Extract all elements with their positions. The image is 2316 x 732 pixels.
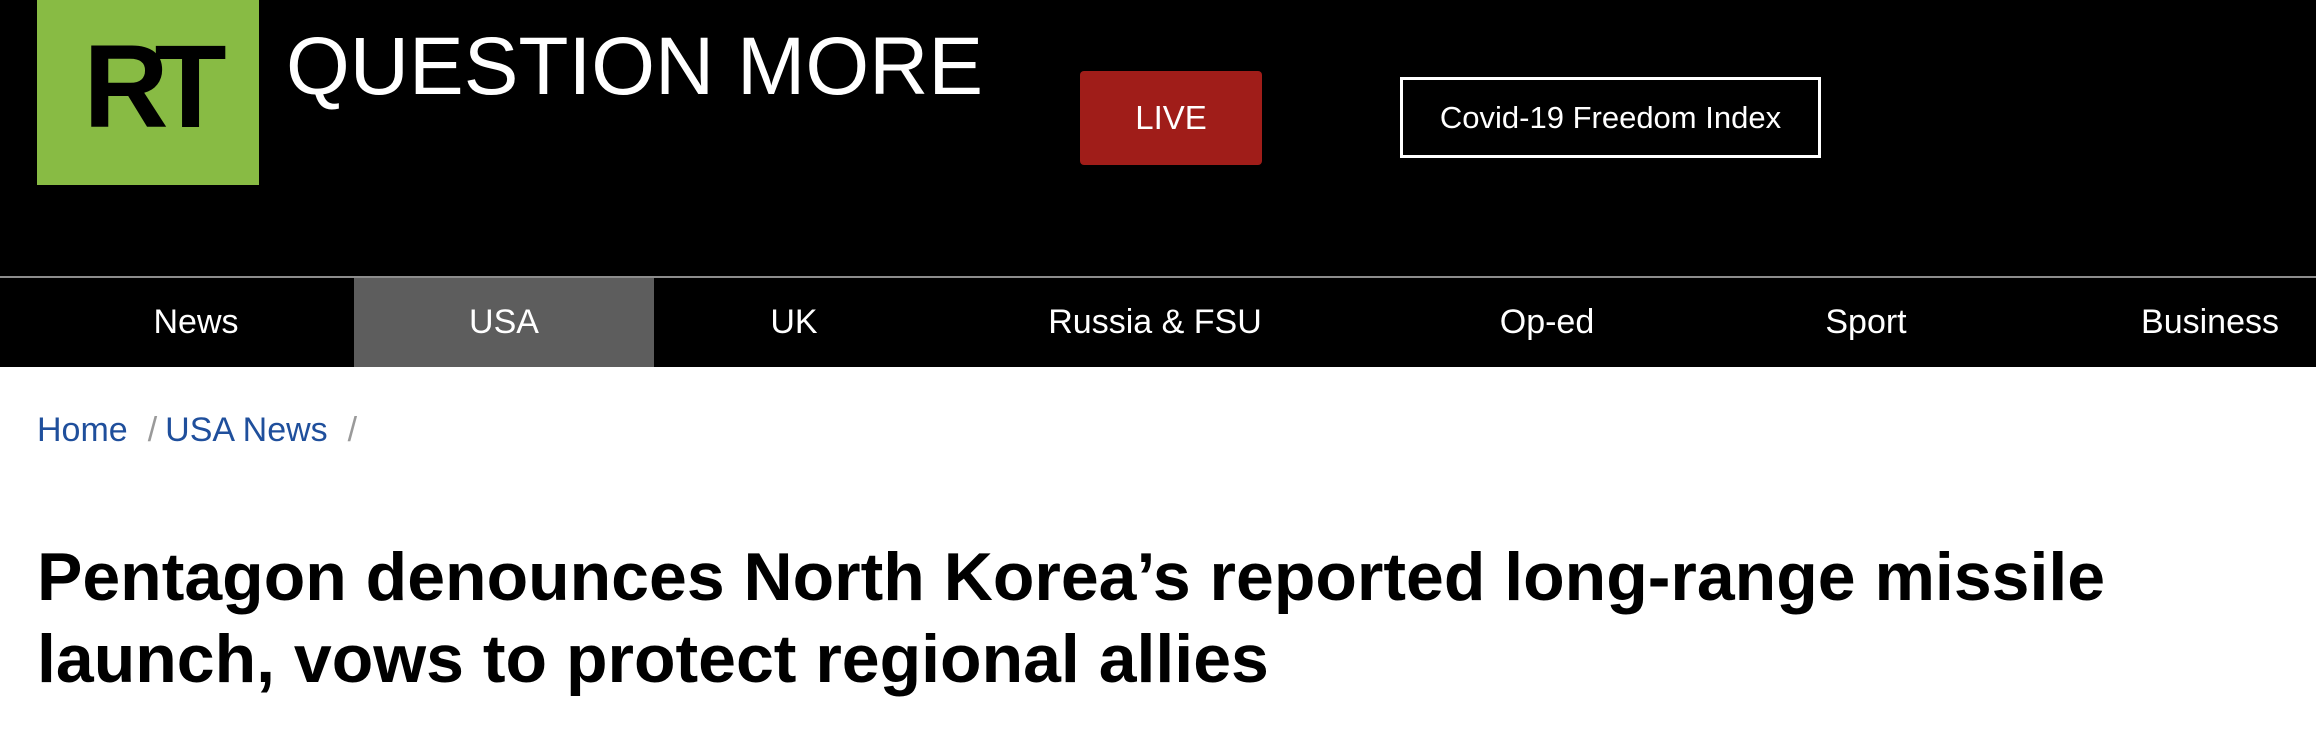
logo-text: RT — [83, 21, 226, 153]
breadcrumb-home-link[interactable]: Home — [37, 411, 128, 449]
tagline: QUESTION MORE — [286, 21, 984, 112]
top-header: RT QUESTION MORE LIVE Covid-19 Freedom I… — [0, 0, 2316, 276]
breadcrumb-separator: / — [147, 411, 158, 449]
live-button[interactable]: LIVE — [1080, 71, 1262, 165]
nav-item-usa[interactable]: USA — [354, 278, 654, 367]
nav-item-russia-fsu[interactable]: Russia & FSU — [1030, 278, 1280, 367]
nav-item-business[interactable]: Business — [2125, 278, 2295, 367]
rt-logo[interactable]: RT — [37, 0, 259, 185]
nav-item-news[interactable]: News — [130, 278, 262, 367]
article-title: Pentagon denounces North Korea’s reporte… — [37, 539, 2106, 697]
breadcrumb-separator: / — [347, 411, 358, 449]
nav-item-sport[interactable]: Sport — [1805, 278, 1927, 367]
nav-item-uk[interactable]: UK — [744, 278, 844, 367]
main-nav: News USA UK Russia & FSU Op-ed Sport Bus… — [0, 276, 2316, 367]
breadcrumb: Home / USA News / — [37, 410, 365, 451]
nav-item-op-ed[interactable]: Op-ed — [1480, 278, 1614, 367]
breadcrumb-usa-news-link[interactable]: USA News — [165, 411, 328, 449]
covid-freedom-index-button[interactable]: Covid-19 Freedom Index — [1400, 77, 1821, 158]
